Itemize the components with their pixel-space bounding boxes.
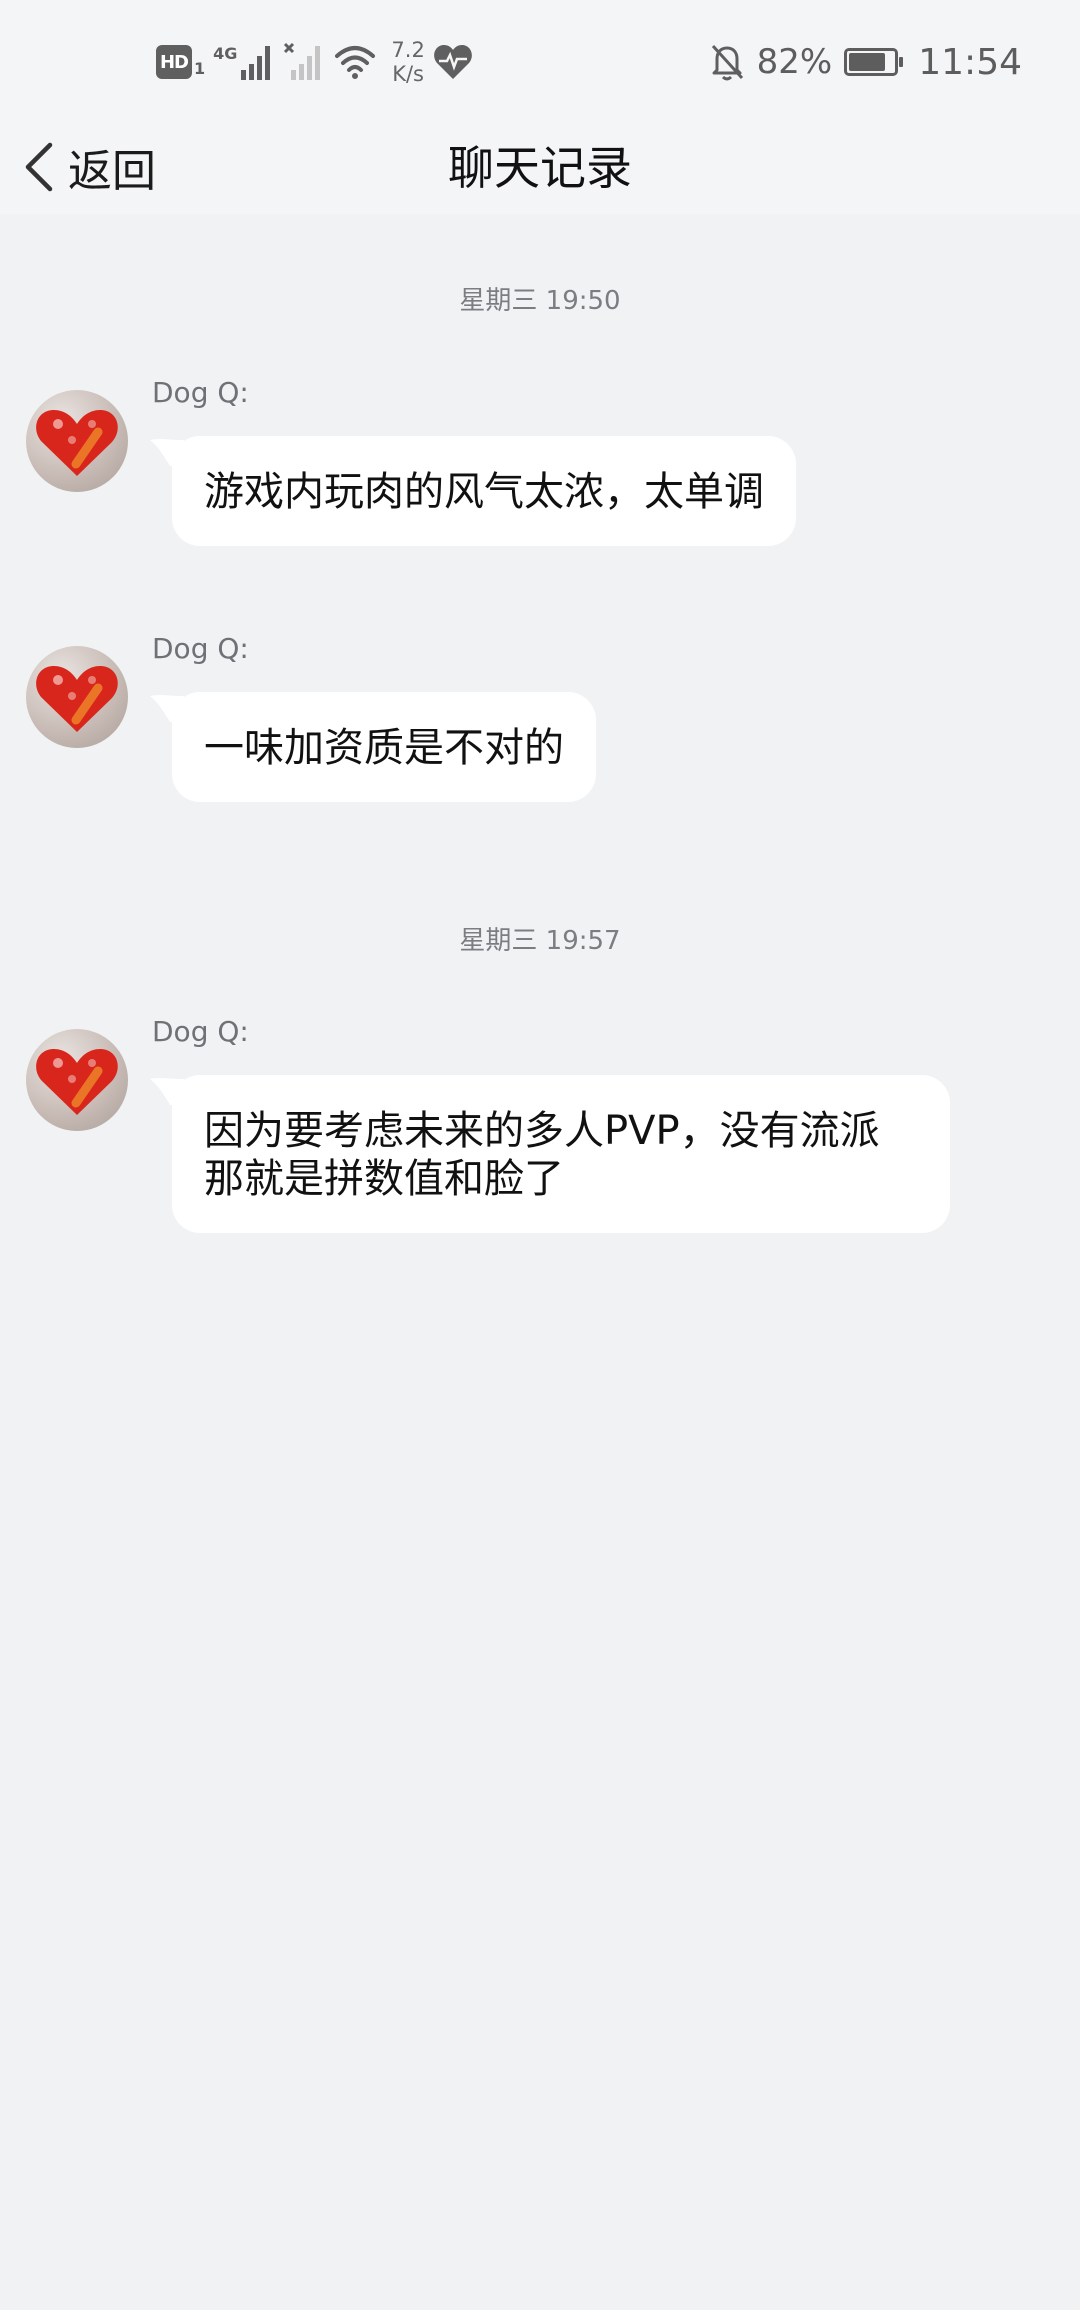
network-speed: 7.2 K/s <box>391 38 424 86</box>
clock: 11:54 <box>918 41 1022 83</box>
hd-sim-index: 1 <box>194 58 206 78</box>
hd-icon: HD <box>156 45 192 79</box>
page-title: 聊天记录 <box>448 141 632 195</box>
cellular-signal-icon <box>241 46 271 80</box>
heart-avatar-icon <box>36 666 118 732</box>
avatar[interactable] <box>26 646 128 748</box>
notifications-muted-icon <box>711 44 743 81</box>
status-bar: HD 1 4G 7.2 K/s 82% 11:54 <box>0 0 1080 120</box>
message-bubble: 游戏内玩肉的风气太浓，太单调 <box>172 436 796 546</box>
battery-icon <box>844 48 904 76</box>
battery-percent: 82% <box>756 42 833 82</box>
network-type-label: 4G <box>213 43 238 63</box>
message-sender: Dog Q: <box>152 376 249 409</box>
chat-timestamp: 星期三 19:50 <box>459 286 621 316</box>
message-bubble: 一味加资质是不对的 <box>172 692 596 802</box>
heart-avatar-icon <box>36 1049 118 1115</box>
network-speed-value: 7.2 <box>391 38 425 62</box>
nav-bar: 返回 聊天记录 <box>0 120 1080 214</box>
heart-avatar-icon <box>36 410 118 476</box>
health-heart-icon <box>433 45 472 79</box>
status-bar-right: 82% 11:54 <box>709 30 1022 94</box>
chat-timestamp: 星期三 19:57 <box>459 926 621 956</box>
battery-level <box>849 53 886 71</box>
no-signal-icon <box>284 42 321 80</box>
wifi-icon <box>335 46 376 79</box>
message-bubble: 因为要考虑未来的多人PVP，没有流派那就是拼数值和脸了 <box>172 1075 950 1233</box>
message-sender: Dog Q: <box>152 632 249 665</box>
avatar[interactable] <box>26 390 128 492</box>
avatar[interactable] <box>26 1029 128 1131</box>
status-bar-left: HD 1 4G 7.2 K/s <box>156 30 473 94</box>
message-sender: Dog Q: <box>152 1015 249 1048</box>
network-speed-unit: K/s <box>392 62 424 86</box>
